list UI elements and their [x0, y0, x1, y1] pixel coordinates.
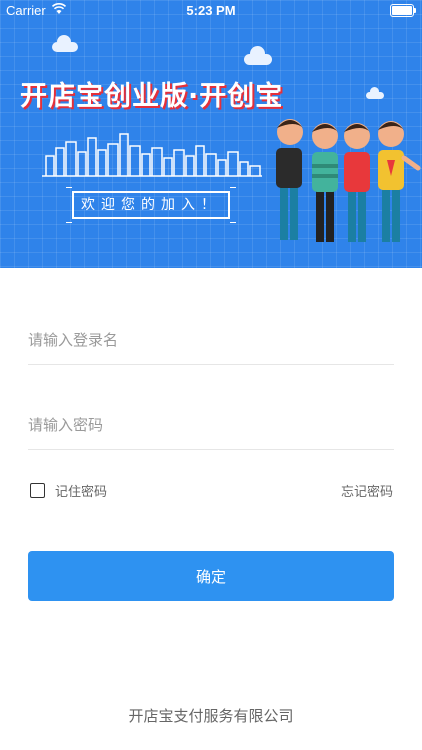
welcome-banner-text: 欢迎您的加入！	[66, 187, 236, 223]
password-field[interactable]	[28, 401, 394, 450]
header-banner: 开店宝创业版·开创宝 欢迎您的加入！	[0, 0, 422, 268]
forgot-password-link[interactable]: 忘记密码	[341, 481, 393, 500]
remember-password-checkbox[interactable]	[30, 482, 45, 498]
cloud-icon	[244, 46, 272, 65]
remember-password-label: 记住密码	[55, 484, 108, 500]
password-input[interactable]	[28, 401, 394, 449]
person-illustration	[276, 119, 303, 240]
remember-password-toggle[interactable]: 记住密码	[30, 480, 107, 500]
city-skyline-illustration	[42, 133, 262, 177]
battery-icon	[390, 4, 416, 17]
cloud-icon	[52, 35, 78, 52]
clock-time: 5:23 PM	[186, 3, 236, 18]
cloud-icon	[366, 87, 384, 99]
team-illustration	[276, 119, 421, 242]
banner-title: 开店宝创业版·开创宝	[20, 81, 284, 112]
confirm-button[interactable]: 确定	[28, 551, 394, 601]
username-input[interactable]	[28, 316, 394, 364]
status-bar: Carrier 5:23 PM	[0, 0, 422, 22]
username-field[interactable]	[28, 316, 394, 365]
footer-company-name: 开店宝支付服务有限公司	[128, 707, 294, 725]
